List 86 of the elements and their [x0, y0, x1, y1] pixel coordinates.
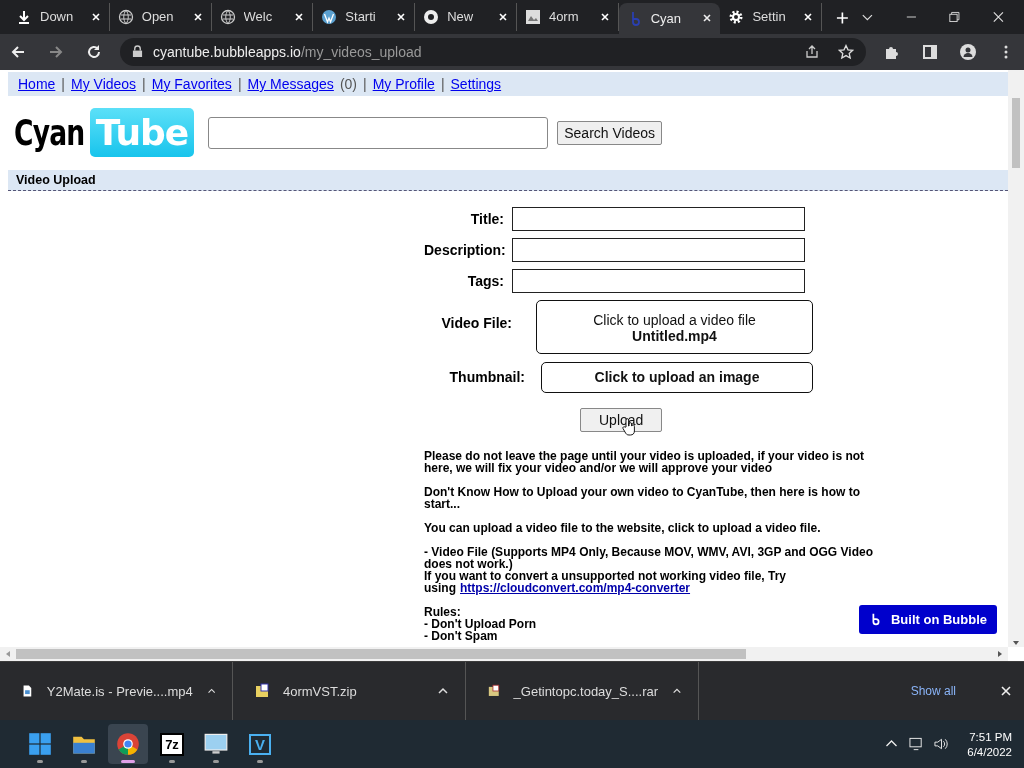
field-label: Description: — [424, 241, 504, 258]
address-field[interactable]: cyantube.bubbleapps.io/my_videos_upload — [120, 37, 866, 66]
archive-icon — [255, 683, 269, 700]
nav-link[interactable]: Settings — [450, 75, 502, 92]
instruction-text: using https://cloudconvert.com/mp4-converter — [424, 581, 691, 594]
scroll-down-icon[interactable] — [1012, 638, 1020, 647]
clock-time: 7:51 PM — [969, 730, 1012, 743]
scroll-right-icon[interactable] — [996, 650, 1004, 659]
video-upload-button[interactable]: Click to upload a video file Untitled.mp4 — [536, 299, 813, 354]
vertical-scrollbar[interactable] — [1008, 69, 1024, 647]
browser-tab[interactable]: Down — [8, 2, 110, 31]
close-icon[interactable] — [192, 11, 203, 22]
speaker-icon[interactable] — [934, 737, 950, 752]
nav-link[interactable]: My Profile — [372, 75, 435, 92]
clock-date: 6/4/2022 — [967, 745, 1012, 758]
taskbar-app[interactable]: 7z — [152, 724, 192, 765]
close-icon[interactable] — [396, 11, 407, 22]
archiver-app-icon: 7z — [160, 732, 184, 756]
field-label: Thumbnail: — [448, 369, 525, 386]
chrome-icon — [116, 732, 140, 757]
instruction-text: - Don't Spam — [424, 629, 498, 642]
search-button[interactable]: Search Videos — [557, 120, 663, 145]
settings-icon — [728, 8, 745, 25]
wordpress-icon — [321, 8, 338, 25]
input-field[interactable] — [512, 268, 805, 293]
lock-icon — [132, 45, 143, 59]
separator: | — [142, 75, 146, 92]
network-icon[interactable] — [909, 737, 925, 752]
instruction-text: Please do not leave the page until your video is uploaded, if your video is not here, we will fix your video and/or we will approve your video — [424, 449, 866, 474]
show-all-link[interactable]: Show all — [910, 684, 956, 699]
close-icon[interactable] — [702, 13, 713, 24]
separator: | — [440, 75, 445, 92]
restore-icon[interactable] — [948, 9, 962, 24]
chrome-icon — [423, 8, 440, 25]
nav-link[interactable]: My Videos — [71, 75, 137, 92]
close-icon[interactable] — [992, 9, 1005, 24]
taskbar-app[interactable]: V — [240, 724, 280, 765]
share-icon[interactable] — [804, 43, 820, 60]
taskbar-app[interactable] — [108, 724, 148, 765]
input-field[interactable] — [512, 206, 805, 231]
new-tab-icon[interactable] — [836, 10, 849, 25]
separator: | — [237, 75, 242, 92]
app-icon: V — [249, 733, 271, 755]
globe-icon — [117, 8, 134, 25]
image-icon — [524, 8, 541, 25]
close-icon[interactable] — [803, 11, 814, 22]
browser-tab[interactable]: Open — [109, 2, 212, 31]
instruction-text: Rules: — [424, 605, 461, 618]
close-icon[interactable] — [90, 11, 101, 22]
browser-tab[interactable]: 4orm — [516, 2, 619, 31]
download-icon — [16, 8, 32, 25]
globe-icon — [219, 8, 236, 25]
search-field[interactable] — [208, 116, 549, 149]
instruction-text: - Don't Upload Porn — [424, 617, 537, 630]
upload-button[interactable]: Upload — [580, 407, 663, 432]
browser-tab[interactable]: Settin — [720, 2, 823, 31]
close-icon[interactable] — [1000, 685, 1012, 698]
image-upload-button[interactable]: Click to upload an image — [541, 361, 813, 393]
nav-link[interactable]: Home — [18, 75, 56, 92]
separator: | — [363, 75, 367, 92]
star-icon[interactable] — [838, 43, 854, 60]
input-field[interactable] — [512, 237, 805, 262]
browser-tab[interactable]: Starti — [313, 2, 416, 31]
instruction-text: - Video File (Supports MP4 Only, Because MOV, WMV, AVI, 3GP and OGG Video does not work.) — [424, 545, 874, 570]
instruction-text: Don't Know How to Upload your own video to CyanTube, then here is how to start... — [424, 485, 861, 510]
browser-tab[interactable]: Welc — [211, 2, 314, 31]
monitor-icon — [204, 732, 228, 757]
separator: | — [61, 75, 65, 92]
close-icon[interactable] — [497, 11, 508, 22]
field-label: Title: — [469, 210, 504, 227]
field-label: Video File: — [440, 315, 512, 332]
section-title: Video Upload — [16, 172, 96, 187]
scroll-thumb[interactable] — [1012, 97, 1020, 168]
field-label: Tags: — [466, 272, 504, 289]
message-count: (0) — [339, 75, 357, 92]
close-icon[interactable] — [294, 11, 305, 22]
horizontal-scrollbar[interactable] — [0, 647, 1008, 662]
instruction-text: You can upload a video file to the website, click to upload a video file. — [424, 521, 821, 534]
browser-tab[interactable]: New — [415, 2, 517, 31]
nav-link[interactable]: My Favorites — [151, 75, 232, 92]
windows-icon — [28, 732, 52, 757]
scroll-thumb[interactable] — [16, 649, 746, 660]
browser-tab[interactable]: Cyan — [618, 2, 721, 34]
built-on-bubble-badge[interactable]: Built on Bubble — [858, 604, 997, 634]
nav-link[interactable]: My Messages — [247, 75, 334, 92]
close-icon[interactable] — [599, 11, 610, 22]
